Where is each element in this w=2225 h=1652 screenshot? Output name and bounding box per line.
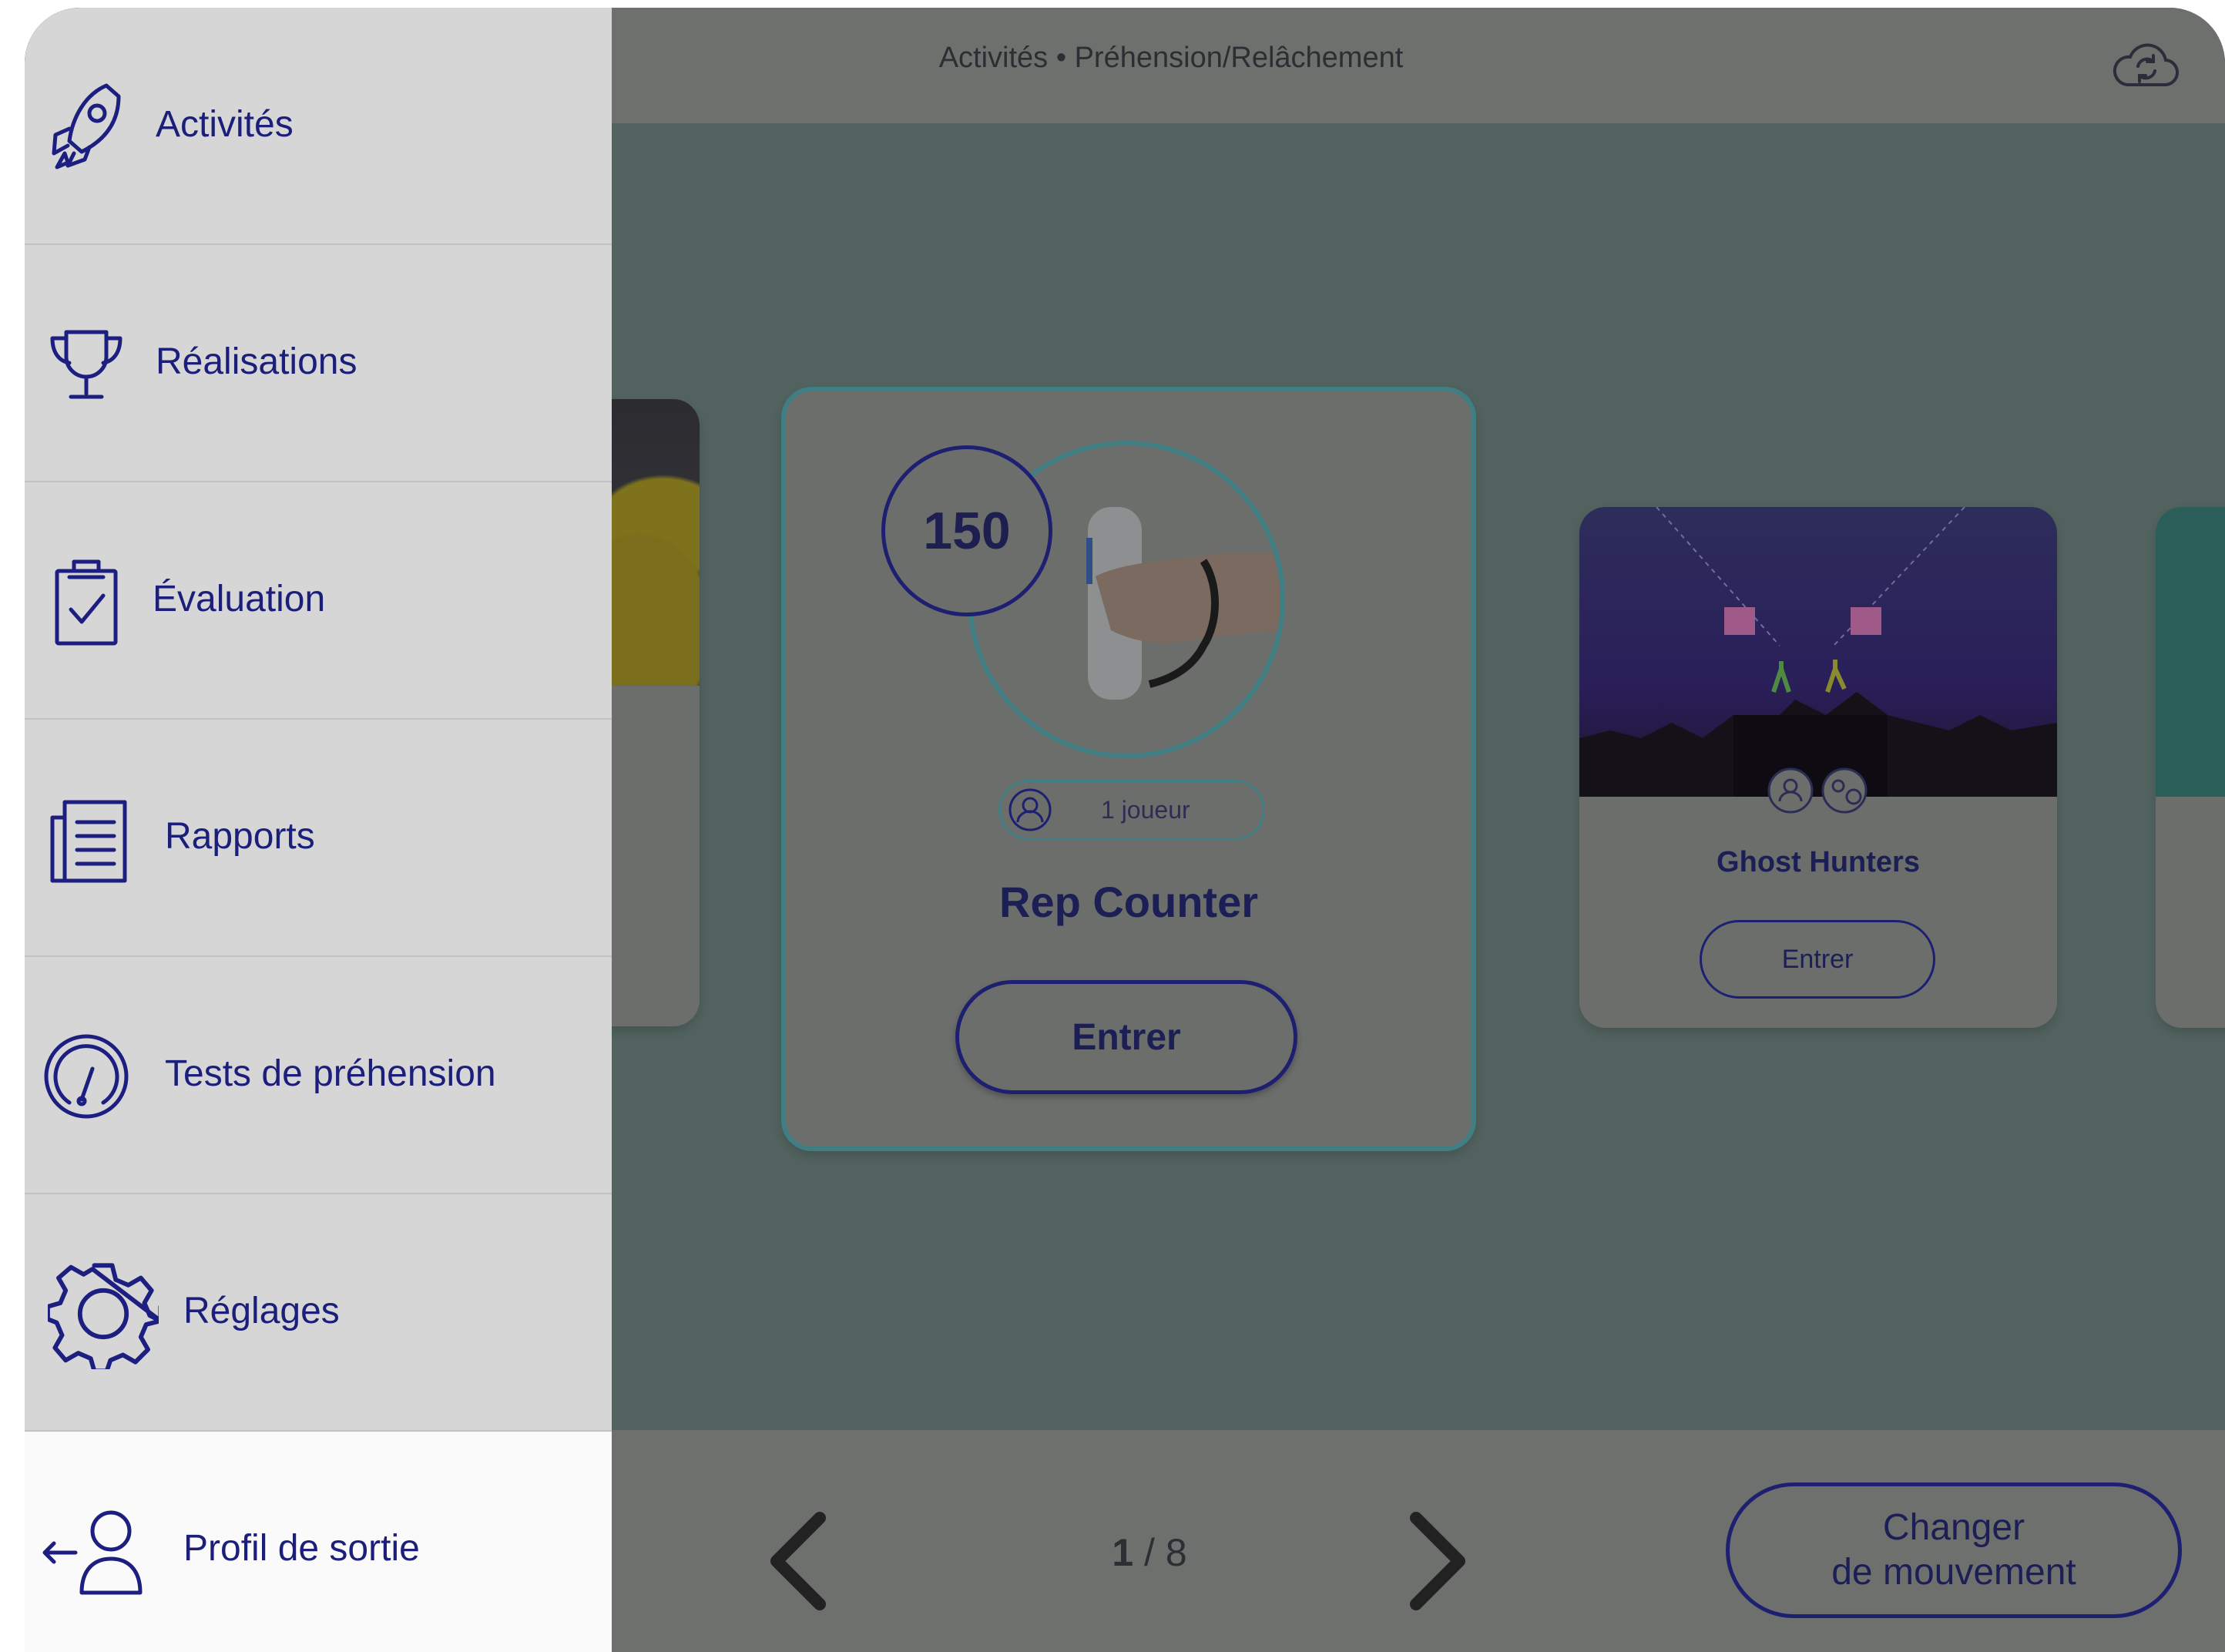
player-count-badge: 1 joueur — [998, 780, 1265, 840]
change-movement-button[interactable]: Changer de mouvement — [1726, 1482, 2182, 1618]
page-indicator: 1 / 8 — [1057, 1530, 1242, 1575]
rocket-icon — [52, 83, 121, 170]
drawer-item-label: Réalisations — [156, 341, 357, 382]
clipboard-check-icon — [55, 559, 118, 646]
drawer-item-evaluation[interactable]: Évaluation — [25, 482, 612, 720]
page-separator: / — [1144, 1531, 1155, 1574]
total-pages: 8 — [1165, 1531, 1187, 1574]
drawer-item-tests-prehension[interactable]: Tests de préhension — [25, 957, 612, 1194]
enter-button[interactable]: Entrer — [955, 980, 1297, 1094]
drawer-item-label: Profil de sortie — [183, 1528, 420, 1569]
trophy-icon — [50, 330, 122, 399]
activity-title: Rep Counter — [999, 878, 1258, 926]
activity-card-rep-counter[interactable]: 150 1 joueur Rep Counter Entrer — [781, 387, 1476, 1151]
change-movement-line2: de mouvement — [1831, 1552, 2076, 1593]
change-movement-line1: Changer — [1882, 1507, 2025, 1548]
activity-card-next[interactable] — [2156, 507, 2225, 1028]
next-arrow-icon[interactable] — [1393, 1507, 1478, 1615]
previous-arrow-icon[interactable] — [758, 1507, 843, 1615]
drawer-item-activites[interactable]: Activités — [25, 8, 612, 245]
profile-exit-icon — [42, 1510, 143, 1595]
activity-thumbnail — [2156, 507, 2225, 797]
drawer-item-reglages[interactable]: Réglages — [25, 1194, 612, 1432]
cloud-sync-icon[interactable] — [2109, 35, 2183, 97]
drawer-item-label: Tests de préhension — [165, 1053, 496, 1094]
drawer-item-label: Évaluation — [153, 579, 326, 620]
rep-goal-badge: 150 — [881, 445, 1052, 616]
drawer-item-label: Activités — [156, 104, 294, 145]
drawer-item-profil-sortie[interactable]: Profil de sortie — [25, 1432, 612, 1652]
gauge-icon — [44, 1034, 129, 1119]
drawer-item-label: Rapports — [165, 816, 315, 857]
single-player-icon — [1008, 788, 1052, 831]
report-icon — [50, 800, 127, 883]
navigation-drawer: Activités Réalisations Évaluation Rappor… — [25, 8, 612, 1652]
player-count-label: 1 joueur — [1101, 796, 1190, 824]
drawer-item-realisations[interactable]: Réalisations — [25, 245, 612, 482]
current-page: 1 — [1112, 1531, 1134, 1574]
drawer-item-label: Réglages — [183, 1291, 340, 1331]
device-frame: Activités • Préhension/Relâchement 150 1… — [25, 8, 2225, 1652]
activity-title: Ghost Hunters — [1717, 846, 1920, 878]
activity-card-ghost-hunters[interactable]: Ghost Hunters Entrer — [1579, 507, 2057, 1028]
drawer-item-rapports[interactable]: Rapports — [25, 720, 612, 957]
ghost-hunters-thumbnail — [1579, 507, 2057, 797]
player-mode-icons — [1767, 767, 1868, 814]
gear-icon — [48, 1263, 159, 1369]
page-title: Activités • Préhension/Relâchement — [938, 42, 1404, 74]
enter-button[interactable]: Entrer — [1700, 920, 1935, 999]
